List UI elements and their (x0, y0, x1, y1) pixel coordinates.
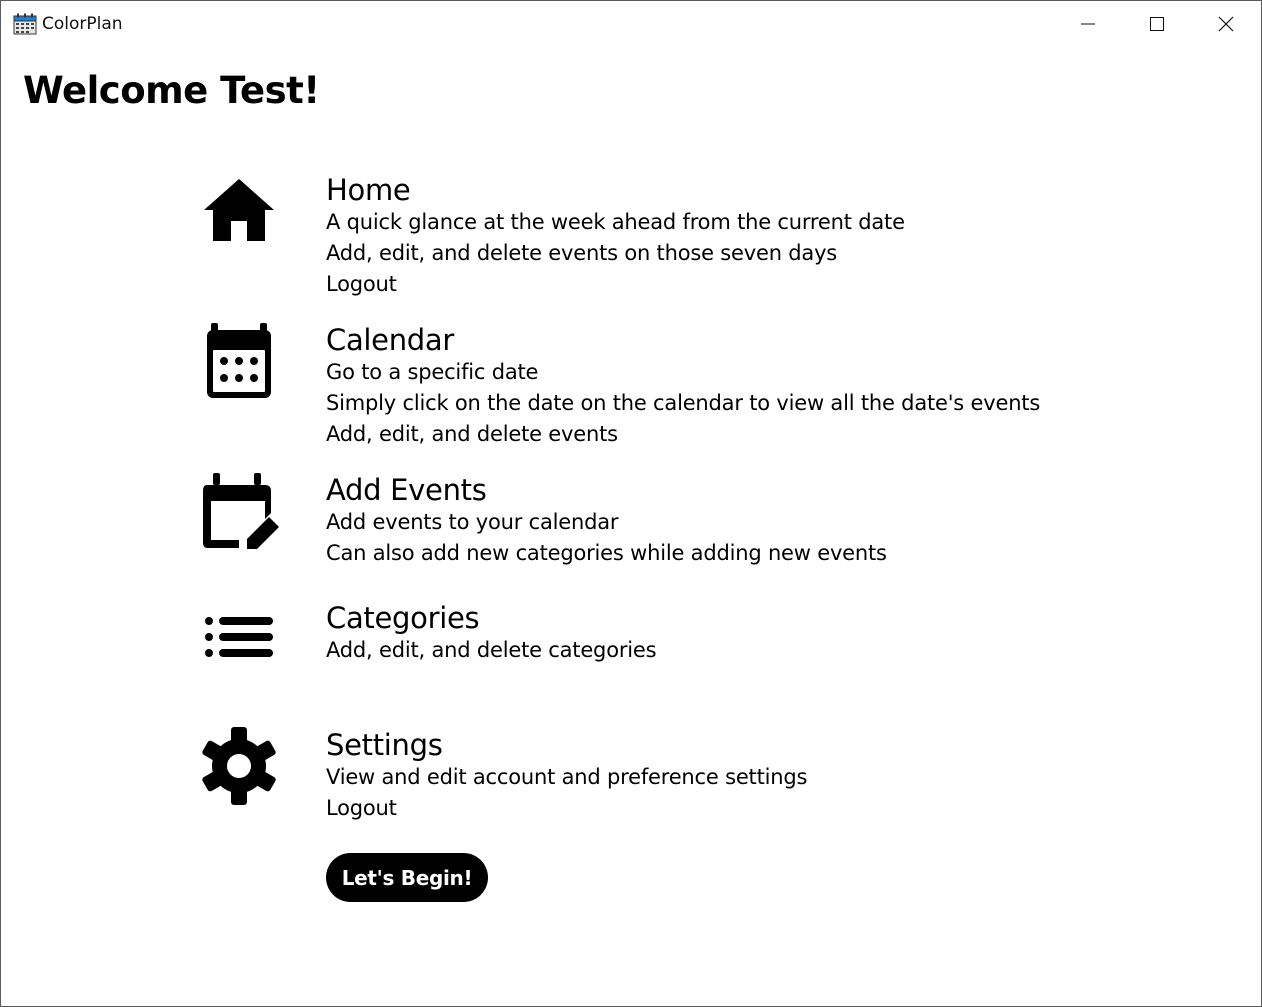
close-icon (1218, 16, 1234, 32)
minimize-button[interactable] (1053, 1, 1123, 47)
gear-icon (199, 726, 279, 806)
section-title: Settings (326, 728, 443, 762)
section-title: Add Events (326, 473, 487, 507)
welcome-heading: Welcome Test! (23, 69, 320, 112)
section-line: Add, edit, and delete events on those se… (326, 241, 838, 265)
section-title: Home (326, 173, 411, 207)
section-line: Logout (326, 796, 397, 820)
section-title: Calendar (326, 323, 455, 357)
edit-calendar-icon (199, 473, 279, 553)
maximize-icon (1150, 17, 1164, 31)
maximize-button[interactable] (1122, 1, 1192, 47)
window-title: ColorPlan (42, 14, 123, 34)
app-window: ColorPlan Welcome Test! Home A quick gla… (0, 0, 1262, 1007)
section-line: Add, edit, and delete events (326, 422, 618, 446)
calendar-icon (199, 323, 279, 403)
section-line: Can also add new categories while adding… (326, 541, 887, 565)
section-line: Logout (326, 272, 397, 296)
section-title: Categories (326, 601, 480, 635)
home-icon (199, 173, 279, 253)
section-line: Go to a specific date (326, 360, 539, 384)
list-icon (199, 601, 279, 681)
section-line: Add events to your calendar (326, 510, 619, 534)
calendar-app-icon (13, 13, 37, 35)
title-bar[interactable]: ColorPlan (1, 1, 1261, 47)
section-line: Simply click on the date on the calendar… (326, 391, 1041, 415)
minimize-icon (1081, 23, 1095, 25)
section-line: Add, edit, and delete categories (326, 638, 657, 662)
lets-begin-button[interactable]: Let's Begin! (326, 853, 488, 902)
close-button[interactable] (1191, 1, 1261, 47)
section-line: A quick glance at the week ahead from th… (326, 210, 905, 234)
section-line: View and edit account and preference set… (326, 765, 808, 789)
